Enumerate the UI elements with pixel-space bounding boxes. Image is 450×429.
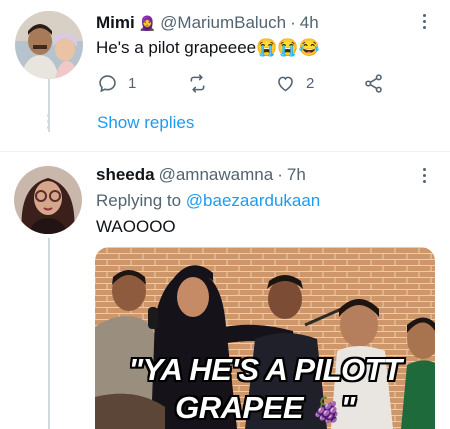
media-caption-line1: "YA HE'S A PILOTT <box>128 352 402 387</box>
reply-icon <box>99 75 116 93</box>
tweet2-handle[interactable]: @amnawamna <box>159 165 274 185</box>
grape-emoji: 🍇 <box>311 397 341 424</box>
hijab-emoji: 🧕 <box>138 14 157 31</box>
reply-button[interactable]: 1 <box>97 73 187 94</box>
tweet2-separator: · <box>277 165 283 184</box>
avatar-sheeda[interactable] <box>14 166 82 234</box>
more-icon[interactable] <box>423 168 427 186</box>
media-caption-quote: " <box>340 390 356 425</box>
thread-line-bottom <box>48 238 50 429</box>
retweet-button[interactable] <box>187 73 275 94</box>
retweet-icon <box>190 74 205 93</box>
tweet2-media[interactable]: "YA HE'S A PILOTT GRAPEE 🍇" <box>95 247 435 429</box>
tweet2-text: WAOOOO <box>96 217 176 236</box>
like-icon <box>278 76 293 92</box>
tweet1-body: He's a pilot grapeeee <box>96 38 257 57</box>
tweet2-author-name[interactable]: sheeda <box>96 165 155 185</box>
divider <box>0 151 450 152</box>
tweet2-header: sheeda @amnawamna · 7h <box>96 165 306 185</box>
media-caption-line2: GRAPEE 🍇" <box>95 391 435 428</box>
replying-to-label: Replying to <box>96 191 182 210</box>
avatar-mimi-image <box>15 11 83 79</box>
tweet2-timestamp[interactable]: 7h <box>287 165 306 185</box>
tweet1-text: He's a pilot grapeeee😭😭😂 <box>96 37 320 59</box>
avatar-sheeda-image <box>14 166 82 234</box>
like-button[interactable]: 2 <box>275 73 363 94</box>
reply-count: 1 <box>128 75 137 92</box>
like-count: 2 <box>306 75 315 92</box>
share-button[interactable] <box>363 73 384 94</box>
tweet1-header: Mimi 🧕 @MariumBaluch · 4h <box>96 13 319 33</box>
media-caption-word: GRAPEE <box>175 390 304 425</box>
share-icon <box>365 74 382 93</box>
show-replies-link[interactable]: Show replies <box>97 113 194 133</box>
thread-dots <box>47 114 50 129</box>
tweet1-emojis: 😭😭😂 <box>256 38 320 57</box>
tweet1-author-name[interactable]: Mimi <box>96 13 135 33</box>
tweet1-actions: 1 2 <box>97 73 387 94</box>
replying-to: Replying to @baezaardukaan <box>96 190 320 212</box>
tweet1-separator: · <box>290 13 296 32</box>
replying-to-handle-link[interactable]: @baezaardukaan <box>186 191 320 210</box>
more-icon[interactable] <box>423 14 427 32</box>
tweet1-handle[interactable]: @MariumBaluch <box>160 13 286 33</box>
avatar-mimi[interactable] <box>15 11 83 79</box>
tweet1-timestamp[interactable]: 4h <box>300 13 319 33</box>
